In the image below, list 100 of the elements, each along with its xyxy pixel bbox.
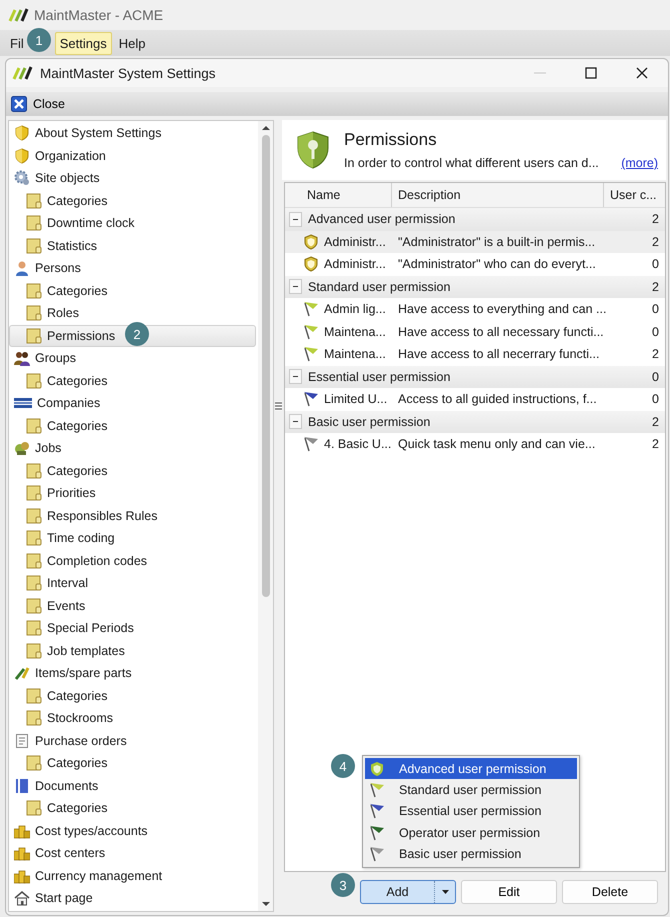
action-button[interactable]: Delete <box>562 880 658 904</box>
tree-item[interactable]: Events <box>9 594 256 617</box>
tree-item[interactable]: Start page <box>9 887 256 910</box>
grip-icon[interactable] <box>274 402 282 410</box>
folder-icon <box>26 418 42 434</box>
folder-icon <box>26 462 42 479</box>
tree-item[interactable]: Categories <box>9 797 256 820</box>
tree-item[interactable]: Priorities <box>9 482 256 504</box>
close-button[interactable]: Close <box>9 94 67 114</box>
tree-item[interactable]: Categories <box>9 752 256 774</box>
tree-item[interactable]: Purchase orders <box>9 730 256 752</box>
tree-item[interactable]: Interval <box>9 572 256 594</box>
folder-icon <box>26 305 42 322</box>
tree-item[interactable]: Statistics <box>9 234 256 257</box>
tree-item[interactable]: Items/spare parts <box>9 662 256 684</box>
tree-item[interactable]: Jobs <box>9 437 256 460</box>
tree-item[interactable]: Categories <box>9 684 256 707</box>
tree-item[interactable]: Cost types/accounts <box>9 820 256 842</box>
group-icon <box>14 350 30 366</box>
table-row[interactable]: Limited U... Access to all guided instructions, f... 0 <box>285 388 665 410</box>
column-header[interactable]: Name <box>285 183 392 207</box>
folder-icon <box>26 620 42 636</box>
folder-icon <box>26 642 42 659</box>
collapse-toggle[interactable] <box>289 414 302 430</box>
window-title: MaintMaster System Settings <box>40 66 216 80</box>
group-name: Basic user permission <box>308 414 432 429</box>
group-count: 2 <box>652 212 660 226</box>
tree-item[interactable]: Cost centers <box>9 842 256 864</box>
tree-item[interactable]: Roles <box>9 302 256 324</box>
tree-item[interactable]: Downtime clock <box>9 212 256 234</box>
house-icon <box>14 890 30 906</box>
scroll-down-icon[interactable] <box>262 901 270 907</box>
action-button[interactable]: Edit <box>461 880 557 904</box>
tree-item[interactable]: Organization <box>9 144 256 167</box>
tree-item[interactable]: Groups <box>9 347 256 370</box>
add-button[interactable]: Add <box>360 880 456 904</box>
maximize-icon[interactable] <box>584 66 598 80</box>
table-cell-text: Have access to all necessary functi... <box>397 324 604 339</box>
table-row[interactable]: Administr... "Administrator" is a built-in permis... 2 <box>285 230 665 253</box>
coins-icon <box>14 845 30 862</box>
document-icon <box>14 732 30 749</box>
caret-icon[interactable] <box>442 890 448 894</box>
table-cell-text: "Administrator" is a built-in permis... <box>397 234 596 249</box>
tree-item[interactable]: Stockrooms <box>9 707 256 730</box>
table-cell: Maintena... <box>324 324 386 339</box>
table-row[interactable]: Admin lig... Have access to everything and can ... 0 <box>285 298 665 320</box>
tree-item[interactable]: Job templates <box>9 640 256 662</box>
menu-item[interactable]: Basic user permission <box>365 844 577 865</box>
menu-item[interactable]: Essential user permission <box>365 800 577 822</box>
table-cell-text: "Administrator" who can do everyt... <box>397 257 597 272</box>
column-header[interactable]: Description <box>392 183 604 207</box>
close-icon[interactable] <box>635 66 649 80</box>
tree-item[interactable]: Responsibles Rules <box>9 504 256 527</box>
table-cell-text: 2 <box>651 234 660 249</box>
tree-item[interactable]: Currency management <box>9 864 256 887</box>
folder-icon <box>26 485 42 502</box>
folder-icon <box>26 530 42 546</box>
menu-item[interactable]: Standard user permission <box>365 779 577 801</box>
folder-icon <box>26 552 42 569</box>
table-cell: 4. Basic U... <box>324 437 392 452</box>
tree-item[interactable]: Completion codes <box>9 550 256 572</box>
tree-item[interactable]: Categories <box>9 370 256 392</box>
tree-item[interactable]: About System Settings <box>9 122 256 144</box>
tree-item[interactable]: Categories <box>9 460 256 482</box>
tree-item[interactable]: Categories <box>9 414 256 437</box>
scroll-up-icon[interactable] <box>262 125 270 131</box>
table-row[interactable]: Maintena... Have access to all necerrary functi... 2 <box>285 343 665 366</box>
tree-item[interactable]: Companies <box>9 392 256 414</box>
shield-icon <box>14 125 30 142</box>
menu-item[interactable]: Operator user permission <box>365 822 577 844</box>
menu-item[interactable]: Settings <box>54 32 112 54</box>
column-header[interactable]: User c... <box>604 183 665 207</box>
table-row[interactable]: Maintena... Have access to all necessary functi... 0 <box>285 320 665 343</box>
gear-icon <box>14 170 30 186</box>
table-row[interactable]: Administr... "Administrator" who can do everyt... 0 <box>285 253 665 276</box>
menu-item[interactable]: Help <box>114 32 150 54</box>
collapse-toggle[interactable] <box>289 369 302 384</box>
collapse-toggle[interactable] <box>289 212 302 227</box>
tree-item[interactable]: Categories <box>9 190 256 212</box>
tree-item[interactable]: Persons <box>9 257 256 280</box>
menu-item[interactable]: Fil <box>9 32 25 54</box>
tree-item[interactable]: Documents <box>9 774 256 797</box>
collapse-toggle[interactable] <box>289 279 302 294</box>
building-icon <box>14 396 32 410</box>
folder-icon <box>26 215 42 232</box>
tree-item[interactable]: Time coding <box>9 527 256 550</box>
table-cell-text: Access to all guided instructions, f... <box>397 392 598 406</box>
group-name: Advanced user permission <box>308 212 456 226</box>
folder-icon <box>26 598 42 614</box>
tree-item[interactable]: Site objects <box>9 167 256 190</box>
table-row[interactable]: 4. Basic U... Quick task menu only and can vie... 2 <box>285 433 665 456</box>
group-name: Standard user permission <box>308 280 452 294</box>
shield-icon <box>14 148 30 164</box>
more-link[interactable]: (more) <box>621 156 658 170</box>
table-cell: Administr... <box>324 234 386 249</box>
table-cell-text: 0 <box>651 257 660 272</box>
tree-item[interactable]: Categories <box>9 280 256 302</box>
tree-item[interactable]: Special Periods <box>9 617 256 640</box>
menu-item[interactable]: Advanced user permission <box>365 758 577 780</box>
app-title: MaintMaster - ACME <box>34 7 164 23</box>
